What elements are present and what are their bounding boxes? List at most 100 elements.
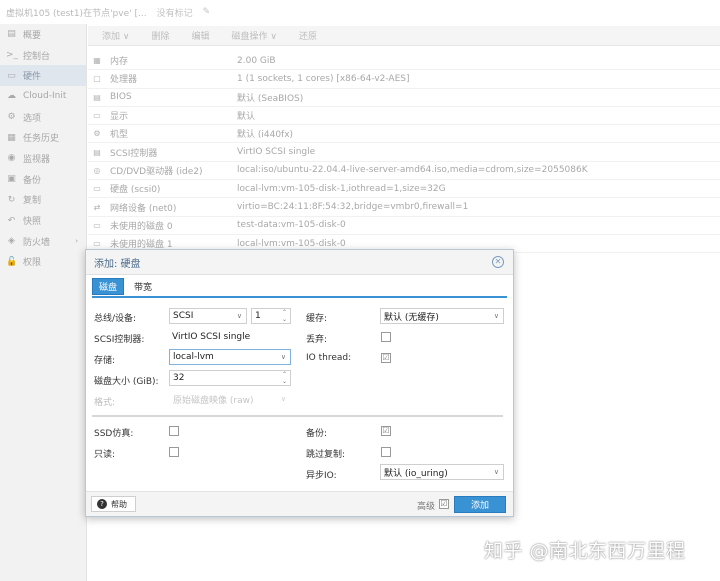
storage-select[interactable]: local-lvm ∨ (169, 349, 291, 365)
watermark: 知乎 @南北东西万里程 (484, 540, 686, 562)
tab-disk[interactable]: 磁盘 (92, 278, 125, 295)
async-io-value: 默认 (io_uring) (384, 468, 448, 479)
readonly-checkbox[interactable] (169, 447, 179, 457)
sidebar-item-label: 复制 (23, 196, 42, 207)
hardware-value: test-data:vm-105-disk-0 (237, 220, 346, 231)
add-harddisk-dialog: 添加: 硬盘 ✕ 磁盘 带宽 总线/设备: SCSI ∨ 1 ⌃ ⌄ SCSI控制… (85, 249, 514, 517)
memory-icon: ▦ (93, 56, 101, 66)
hardware-row[interactable]: ▭ 未使用的磁盘 0 test-data:vm-105-disk-0 (88, 217, 720, 235)
chevron-down-icon: ∨ (280, 353, 286, 361)
chevron-down-icon: ∨ (493, 312, 499, 320)
sidebar-item[interactable]: ↻ 复制 (0, 190, 86, 211)
bios-icon: ▤ (93, 92, 101, 102)
ssd-checkbox[interactable] (169, 426, 179, 436)
snapshot-icon: ↶ (7, 215, 16, 226)
hardware-name: 机型 (110, 130, 129, 141)
hardware-row[interactable]: ▭ 硬盘 (scsi0) local-lvm:vm-105-disk-1,iothr… (88, 180, 720, 199)
help-icon: ? (97, 499, 107, 509)
tab-bandwidth[interactable]: 带宽 (128, 278, 158, 295)
bus-label: 总线/设备: (94, 314, 137, 324)
spinner-icon[interactable]: ⌃ ⌄ (282, 309, 287, 323)
hardware-name: 显示 (110, 112, 129, 123)
sidebar-item[interactable]: ▣ 备份 (0, 169, 86, 190)
sidebar-item[interactable]: ◈ 防火墙 › (0, 231, 86, 252)
sidebar-item-label: 防火墙 (23, 237, 51, 248)
task-history-icon: ▦ (7, 132, 16, 143)
add-submit-button[interactable]: 添加 (454, 496, 506, 513)
monitor-icon: ◉ (7, 153, 16, 164)
hardware-row[interactable]: ▤ SCSI控制器 VirtIO SCSI single (88, 143, 720, 162)
remove-button[interactable]: 删除 (147, 27, 173, 44)
hardware-name: BIOS (110, 92, 132, 103)
spinner-icon[interactable]: ⌃ ⌄ (282, 371, 287, 385)
advanced-checkbox[interactable]: ☑ (439, 499, 449, 509)
backup-icon: ▣ (7, 174, 16, 185)
cache-select[interactable]: 默认 (无缓存) ∨ (380, 308, 504, 324)
ssd-label: SSD仿真: (94, 429, 134, 439)
hardware-value: virtio=BC:24:11:8F:54:32,bridge=vmbr0,fi… (237, 202, 469, 213)
hardware-row[interactable]: ▢ 处理器 1 (1 sockets, 1 cores) [x86-64-v2-AE… (88, 70, 720, 89)
skip-replication-checkbox[interactable] (381, 447, 391, 457)
sidebar-item[interactable]: ☁ Cloud-Init (0, 86, 86, 107)
sidebar-item[interactable]: ▭ 硬件 (0, 65, 86, 87)
machine-icon: ⚙ (93, 129, 101, 139)
hardware-name: SCSI控制器 (110, 148, 158, 159)
scsi-controller-value: VirtIO SCSI single (172, 332, 251, 342)
vm-sidebar: ▤ 概要 >_ 控制台 ▭ 硬件 ☁ Cloud-Init ⚙ 选项 ▦ 任务历史 ◉ 监视器 ▣ 备份 ↻ 复制… (0, 24, 87, 581)
backup-checkbox[interactable]: ☑ (381, 426, 391, 436)
disk-size-stepper[interactable]: 32 ⌃ ⌄ (169, 370, 291, 386)
tags-note[interactable]: 没有标记 (157, 6, 193, 19)
sidebar-item-label: 任务历史 (23, 134, 60, 145)
edit-button[interactable]: 编辑 (187, 27, 213, 44)
disk-size-label: 磁盘大小 (GiB): (94, 377, 159, 387)
help-button[interactable]: ? 帮助 (91, 496, 136, 512)
bus-value: SCSI (173, 311, 194, 321)
console-icon: >_ (6, 50, 19, 61)
close-icon[interactable]: ✕ (492, 256, 504, 268)
storage-value: local-lvm (173, 352, 214, 362)
chevron-down-icon: ∨ (236, 312, 242, 320)
iothread-label: IO thread: (306, 353, 352, 363)
sidebar-item-label: Cloud-Init (23, 91, 67, 102)
device-index-stepper[interactable]: 1 ⌃ ⌄ (251, 308, 291, 324)
sidebar-item[interactable]: ⚙ 选项 (0, 107, 86, 128)
bus-select[interactable]: SCSI ∨ (169, 308, 247, 324)
discard-label: 丢弃: (306, 335, 328, 345)
hardware-value: 默认 (SeaBIOS) (237, 93, 304, 104)
sidebar-item[interactable]: ◉ 监视器 (0, 148, 86, 169)
hardware-row[interactable]: ◎ CD/DVD驱动器 (ide2) local:iso/ubuntu-22.04.… (88, 162, 720, 181)
sidebar-item[interactable]: ▤ 概要 (0, 24, 86, 45)
sidebar-item[interactable]: 🔓 权限 (0, 252, 86, 273)
network-icon: ⇄ (93, 202, 101, 212)
sidebar-item[interactable]: >_ 控制台 (0, 45, 86, 66)
firewall-icon: ◈ (8, 236, 15, 247)
sidebar-item-label: 选项 (23, 113, 42, 124)
disk-action-button[interactable]: 磁盘操作 ∨ (227, 27, 280, 44)
format-label: 格式: (94, 398, 116, 408)
sidebar-item[interactable]: ▦ 任务历史 (0, 127, 86, 148)
display-icon: ▭ (93, 111, 101, 121)
iothread-checkbox[interactable]: ☑ (381, 353, 391, 363)
revert-button[interactable]: 还原 (295, 27, 321, 44)
hardware-icon: ▭ (7, 70, 16, 81)
disk-size-value: 32 (173, 373, 185, 383)
sidebar-item-label: 监视器 (23, 154, 51, 165)
discard-checkbox[interactable] (381, 332, 391, 342)
add-button[interactable]: 添加 ∨ (98, 27, 133, 44)
hardware-row[interactable]: ▭ 显示 默认 (88, 107, 720, 126)
harddisk-icon: ▭ (93, 184, 101, 194)
sidebar-item-label: 快照 (23, 217, 42, 228)
sidebar-item[interactable]: ↶ 快照 (0, 210, 86, 231)
unused-disk-icon: ▭ (93, 239, 101, 249)
hardware-value: 1 (1 sockets, 1 cores) [x86-64-v2-AES] (237, 73, 410, 84)
hardware-row[interactable]: ▤ BIOS 默认 (SeaBIOS) (88, 89, 720, 107)
hardware-row[interactable]: ⇄ 网络设备 (net0) virtio=BC:24:11:8F:54:32,bri… (88, 198, 720, 217)
async-io-select[interactable]: 默认 (io_uring) ∨ (380, 464, 504, 480)
hardware-row[interactable]: ⚙ 机型 默认 (i440fx) (88, 125, 720, 144)
edit-tags-icon[interactable]: ✎ (203, 7, 211, 17)
sidebar-item-label: 控制台 (23, 51, 51, 62)
hardware-value: local:iso/ubuntu-22.04.4-live-server-amd… (237, 165, 588, 176)
advanced-label: 高级 (416, 502, 435, 512)
readonly-label: 只读: (94, 450, 116, 460)
hardware-row[interactable]: ▦ 内存 2.00 GiB (88, 52, 720, 71)
